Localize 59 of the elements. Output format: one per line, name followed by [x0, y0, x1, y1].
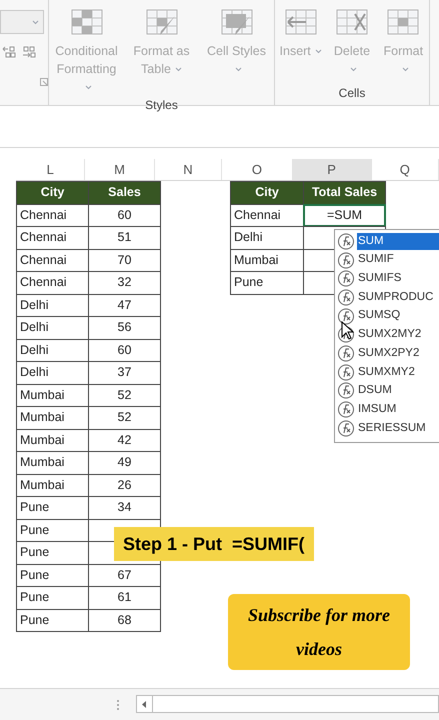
table-cell: 68: [88, 608, 161, 632]
resize-handle-icon[interactable]: [116, 699, 120, 711]
step-caption: Step 1 - Put =SUMIF(: [114, 527, 314, 561]
caret-icon: [85, 85, 92, 90]
column-header[interactable]: M: [85, 159, 155, 180]
function-icon: [337, 270, 355, 288]
caret-icon: [402, 67, 409, 72]
number-format-dropdown[interactable]: [0, 10, 44, 34]
function-suggestion[interactable]: SUMIF: [357, 251, 439, 269]
caret-icon: [32, 20, 39, 24]
horizontal-scrollbar[interactable]: [136, 695, 439, 713]
group-label: Styles: [144, 97, 179, 114]
decrease-decimal-icon[interactable]: [2, 46, 16, 58]
function-suggestion[interactable]: SUMIFS: [357, 270, 439, 288]
function-icon: [337, 420, 355, 437]
caret-icon: [314, 49, 322, 54]
grid-icon: [70, 8, 104, 36]
group-label: Cells: [338, 85, 366, 102]
column-header[interactable]: L: [16, 159, 86, 180]
scroll-left-icon[interactable]: [142, 700, 147, 708]
caret-icon: [235, 67, 242, 72]
cell-brush-icon: [220, 8, 254, 36]
function-icon: [337, 308, 355, 325]
subscribe-caption: Subscribe for more videos: [228, 594, 410, 670]
increase-decimal-icon[interactable]: [22, 46, 36, 58]
function-suggestion[interactable]: SUMXMY2: [357, 364, 439, 381]
active-cell: =SUM: [303, 204, 386, 227]
header-cell: City: [230, 181, 304, 204]
dialog-launcher-icon[interactable]: [40, 78, 48, 86]
table-cell: Pune: [230, 271, 304, 294]
function-suggestion[interactable]: SUMX2PY2: [357, 344, 439, 362]
function-icon: [337, 382, 355, 400]
function-suggestion[interactable]: SUMPRODUC: [357, 288, 439, 306]
function-icon: [337, 232, 355, 250]
header-cell: Sales: [88, 181, 161, 204]
caret-icon: [350, 67, 358, 72]
column-header[interactable]: Q: [372, 159, 439, 180]
function-suggestion[interactable]: IMSUM: [357, 400, 439, 418]
mouse-pointer-icon: [341, 321, 354, 340]
function-suggestion[interactable]: SUMSQ: [357, 307, 439, 325]
function-icon: [337, 288, 355, 306]
function-suggestion[interactable]: SUM: [357, 232, 439, 250]
function-suggestion[interactable]: SERIESSUM: [357, 420, 439, 437]
table-brush-icon: [144, 8, 178, 36]
format-cells-icon: [386, 8, 420, 36]
header-cell: Total Sales: [303, 181, 386, 204]
column-header[interactable]: P: [292, 159, 372, 180]
function-suggestion[interactable]: DSUM: [357, 382, 439, 400]
function-suggestion[interactable]: SUMX2MY2: [357, 326, 439, 344]
header-cell: City: [16, 181, 89, 204]
column-header[interactable]: N: [154, 159, 222, 180]
delete-cells-icon: [334, 8, 369, 36]
function-icon: [337, 252, 355, 269]
function-icon: [337, 344, 355, 362]
function-icon: [337, 401, 355, 418]
insert-cells-icon: [284, 8, 318, 36]
caret-icon: [174, 67, 182, 72]
table-cell: Pune: [16, 608, 89, 632]
function-icon: [337, 364, 355, 381]
